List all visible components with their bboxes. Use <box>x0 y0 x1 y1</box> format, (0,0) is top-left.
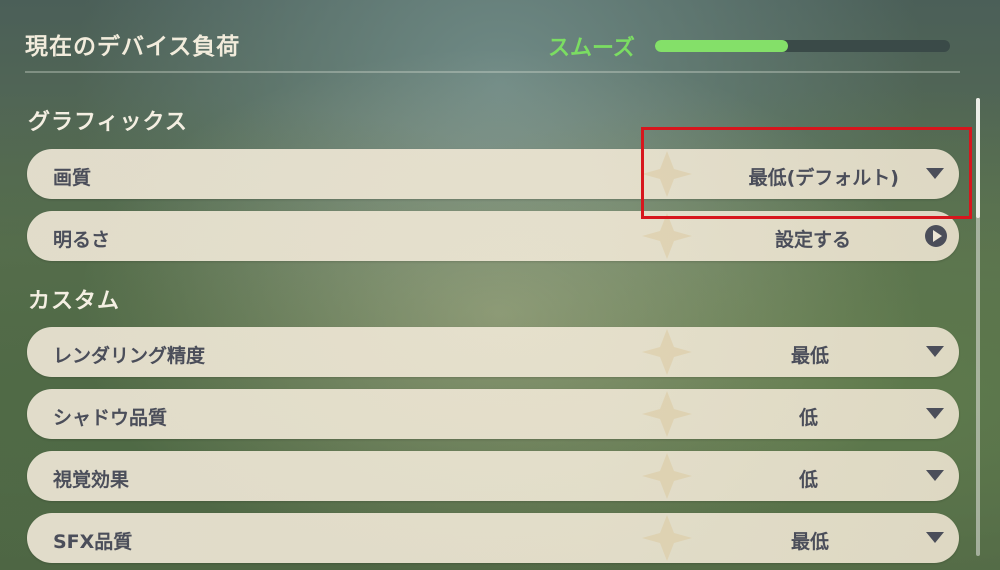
row-decoration-icon <box>642 329 692 375</box>
setting-label: レンダリング精度 <box>53 345 206 367</box>
section-title-custom: カスタム <box>28 289 121 314</box>
setting-label: 画質 <box>53 167 92 189</box>
setting-value: 最低 <box>790 345 829 367</box>
section-title-graphics: グラフィックス <box>28 110 188 135</box>
row-decoration-icon <box>642 515 692 561</box>
setting-label: 視覚効果 <box>53 469 130 491</box>
setting-value: 設定する <box>774 229 851 251</box>
load-meter <box>655 40 950 52</box>
scrollbar-thumb[interactable] <box>976 98 980 218</box>
setting-row-shadow[interactable]: シャドウ品質 低 <box>27 389 959 439</box>
highlight-annotation-box <box>641 127 972 219</box>
dropdown-arrow-icon[interactable] <box>926 408 944 419</box>
scrollbar[interactable] <box>976 98 980 556</box>
setting-row-sfx[interactable]: SFX品質 最低 <box>27 513 959 563</box>
arrow-right-circle-icon[interactable] <box>925 225 947 247</box>
load-status-label: スムーズ <box>548 36 635 61</box>
setting-row-rendering[interactable]: レンダリング精度 最低 <box>27 327 959 377</box>
setting-label: シャドウ品質 <box>53 407 168 429</box>
setting-label: SFX品質 <box>53 531 133 553</box>
setting-row-visual-effects[interactable]: 視覚効果 低 <box>27 451 959 501</box>
dropdown-arrow-icon[interactable] <box>926 532 944 543</box>
device-load-header: 現在のデバイス負荷 スムーズ <box>0 0 1000 73</box>
header-divider <box>25 71 960 73</box>
row-decoration-icon <box>642 453 692 499</box>
setting-value: 低 <box>798 407 818 429</box>
device-load-title: 現在のデバイス負荷 <box>25 34 241 60</box>
setting-value: 最低 <box>790 531 829 553</box>
setting-label: 明るさ <box>53 229 111 251</box>
dropdown-arrow-icon[interactable] <box>926 470 944 481</box>
dropdown-arrow-icon[interactable] <box>926 346 944 357</box>
row-decoration-icon <box>642 391 692 437</box>
load-meter-fill <box>655 40 788 52</box>
setting-value: 低 <box>798 469 818 491</box>
